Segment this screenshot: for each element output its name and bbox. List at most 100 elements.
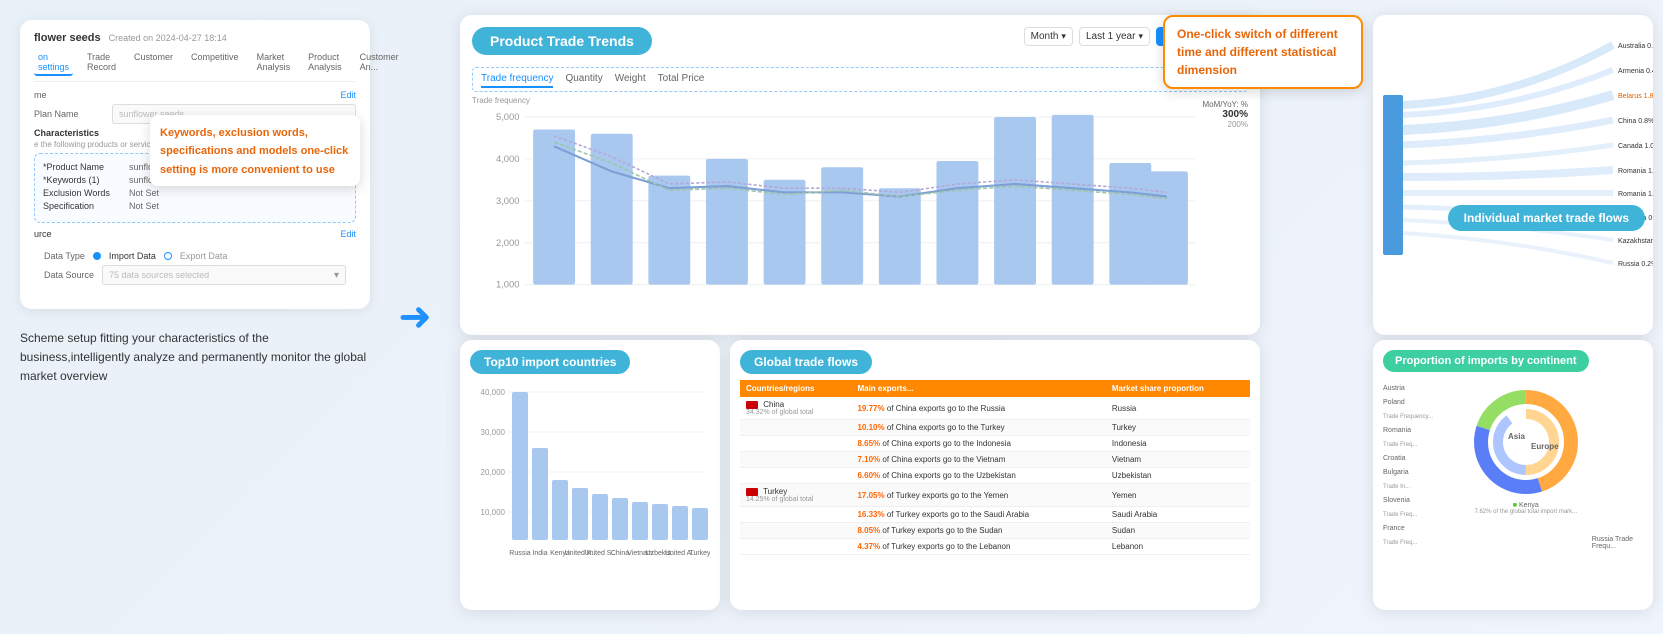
tab-product-analysis[interactable]: Product Analysis [304,50,346,76]
svg-text:10,000: 10,000 [481,508,506,517]
data-type-row: Data Type Import Data Export Data [44,251,346,261]
country-empty3 [740,452,851,468]
import-radio[interactable] [93,252,101,260]
edit-link-urce[interactable]: Edit [340,229,356,239]
keywords-callout: Keywords, exclusion words, specification… [150,115,360,186]
scheme-card: flower seeds Created on 2024-04-27 18:14… [20,20,370,309]
donut-svg: Asia Europe [1466,382,1586,502]
global-trade-card: Global trade flows Countries/regions Mai… [730,340,1260,610]
data-type-label: Data Type [44,251,85,261]
tooltip-text: One-click switch of different time and d… [1177,27,1338,77]
top10-chart: 40,000 30,000 20,000 10,000 [470,380,710,565]
svg-text:Turkey: Turkey [689,550,710,557]
month-select[interactable]: Month ▾ [1024,27,1073,46]
export-radio[interactable] [164,252,172,260]
trade-trends-chart: 5,000 4,000 3,000 2,000 1,000 [472,96,1248,316]
tab-weight[interactable]: Weight [615,71,646,88]
exports-saudi: 16.33% of Turkey exports go to the Saudi… [851,507,1105,523]
exports-russia: 19.77% of China exports go to the Russia [851,397,1105,420]
svg-text:Australia 0.5%: Australia 0.5% [1618,43,1653,50]
export-data-label: Export Data [180,251,228,261]
svg-text:20,000: 20,000 [481,468,506,477]
individual-market-card: Australia 0.5% Armenia 0.4% Belarus 1.8%… [1373,15,1653,335]
top10-svg: 40,000 30,000 20,000 10,000 [470,380,710,565]
data-source-label: Data Source [44,270,94,280]
kenya-info: ■ Kenya 7.62% of the global total import… [1474,502,1577,515]
proportion-badge: Proportion of imports by continent [1383,350,1589,372]
svg-text:1,000: 1,000 [496,279,520,290]
top10-card: Top10 import countries 40,000 30,000 20,… [460,340,720,610]
sankey-chart: Australia 0.5% Armenia 0.4% Belarus 1.8%… [1373,15,1653,335]
table-row: 8.05% of Turkey exports go to the Sudan … [740,523,1250,539]
y-axis-label: Trade frequency [472,96,530,105]
svg-text:China 0.8%: China 0.8% [1618,118,1653,125]
svg-text:4,000: 4,000 [496,153,520,164]
share-uzbekistan: Uzbekistan [1106,468,1250,484]
data-source-select[interactable]: 75 data sources selected ▾ [102,265,346,285]
main-container: flower seeds Created on 2024-04-27 18:14… [0,0,1663,634]
svg-text:3,000: 3,000 [496,195,520,206]
char-row-spec: Specification Not Set [43,201,347,211]
individual-badge-container: Individual market trade flows [1448,205,1645,231]
share-turkey: Turkey [1106,420,1250,436]
tab-competitive[interactable]: Competitive [187,50,243,76]
country-slovenia: SloveniaTrade Freq... [1383,494,1460,522]
country-list-left: Austria PolandTrade Frequency... Romania… [1383,382,1460,550]
share-sudan: Sudan [1106,523,1250,539]
tab-customer[interactable]: Customer [130,50,177,76]
desc-text: Scheme setup fitting your characteristic… [20,329,370,387]
svg-text:Armenia 0.4%: Armenia 0.4% [1618,68,1653,75]
table-row: China 34.32% of global total 19.77% of C… [740,397,1250,420]
china-label: China [763,400,784,409]
form-row-me: me Edit [34,90,356,100]
exports-turkey: 10.10% of China exports go to the Turkey [851,420,1105,436]
country-empty5 [740,507,851,523]
trade-table: Countries/regions Main exports... Market… [740,380,1250,555]
svg-text:Romania 1.0%: Romania 1.0% [1618,191,1653,198]
svg-text:Kazakhstan 4.0%: Kazakhstan 4.0% [1618,238,1653,245]
turkey-flag [746,488,758,496]
exports-sudan: 8.05% of Turkey exports go to the Sudan [851,523,1105,539]
russia-label-right: Russia Trade Frequ... [1592,382,1643,550]
share-saudi: Saudi Arabia [1106,507,1250,523]
exports-vietnam: 7.10% of China exports go to the Vietnam [851,452,1105,468]
arrow-icon: ➜ [398,297,432,337]
svg-text:Russia: Russia [509,550,531,557]
country-bulgaria: BulgariaTrade In... [1383,466,1460,494]
plan-name-label: Plan Name [34,109,104,119]
exports-lebanon: 4.37% of Turkey exports go to the Lebano… [851,539,1105,555]
svg-text:Romania 1.2%: Romania 1.2% [1618,168,1653,175]
svg-text:Russia 0.2%: Russia 0.2% [1618,261,1653,268]
table-row: 4.37% of Turkey exports go to the Lebano… [740,539,1250,555]
top-right-tooltip: One-click switch of different time and d… [1163,15,1363,89]
edit-link-top[interactable]: Edit [340,90,356,100]
keywords-callout-text: Keywords, exclusion words, specification… [160,127,348,176]
china-flag [746,401,758,409]
left-panel: flower seeds Created on 2024-04-27 18:14… [0,0,390,634]
trade-trends-badge: Product Trade Trends [472,27,652,55]
country-empty1 [740,420,851,436]
exports-indonesia: 8.65% of China exports go to the Indones… [851,436,1105,452]
tab-on-settings[interactable]: on settings [34,50,73,76]
svg-text:5,000: 5,000 [496,111,520,122]
import-data-label: Import Data [109,251,156,261]
tab-customer-an[interactable]: Customer An... [356,50,403,76]
tab-quantity[interactable]: Quantity [565,71,602,88]
country-china: China 34.32% of global total [740,397,851,420]
tab-trade-record[interactable]: Trade Record [83,50,120,76]
country-turkey: Turkey 14.25% of global total [740,484,851,507]
share-yemen: Yemen [1106,484,1250,507]
data-source-row: Data Source 75 data sources selected ▾ [44,265,346,285]
tab-trade-freq[interactable]: Trade frequency [481,71,553,88]
scheme-title: flower seeds [34,32,101,44]
share-russia: Russia [1106,397,1250,420]
tab-total-price[interactable]: Total Price [658,71,705,88]
col-main-exports: Main exports... [851,380,1105,397]
trade-trends-card: Product Trade Trends Month ▾ Last 1 year… [460,15,1260,335]
period-select[interactable]: Last 1 year ▾ [1079,27,1150,46]
tab-market-analysis[interactable]: Market Analysis [253,50,295,76]
nav-tabs: on settings Trade Record Customer Compet… [34,50,356,82]
country-empty2 [740,436,851,452]
share-indonesia: Indonesia [1106,436,1250,452]
col-market-share: Market share proportion [1106,380,1250,397]
